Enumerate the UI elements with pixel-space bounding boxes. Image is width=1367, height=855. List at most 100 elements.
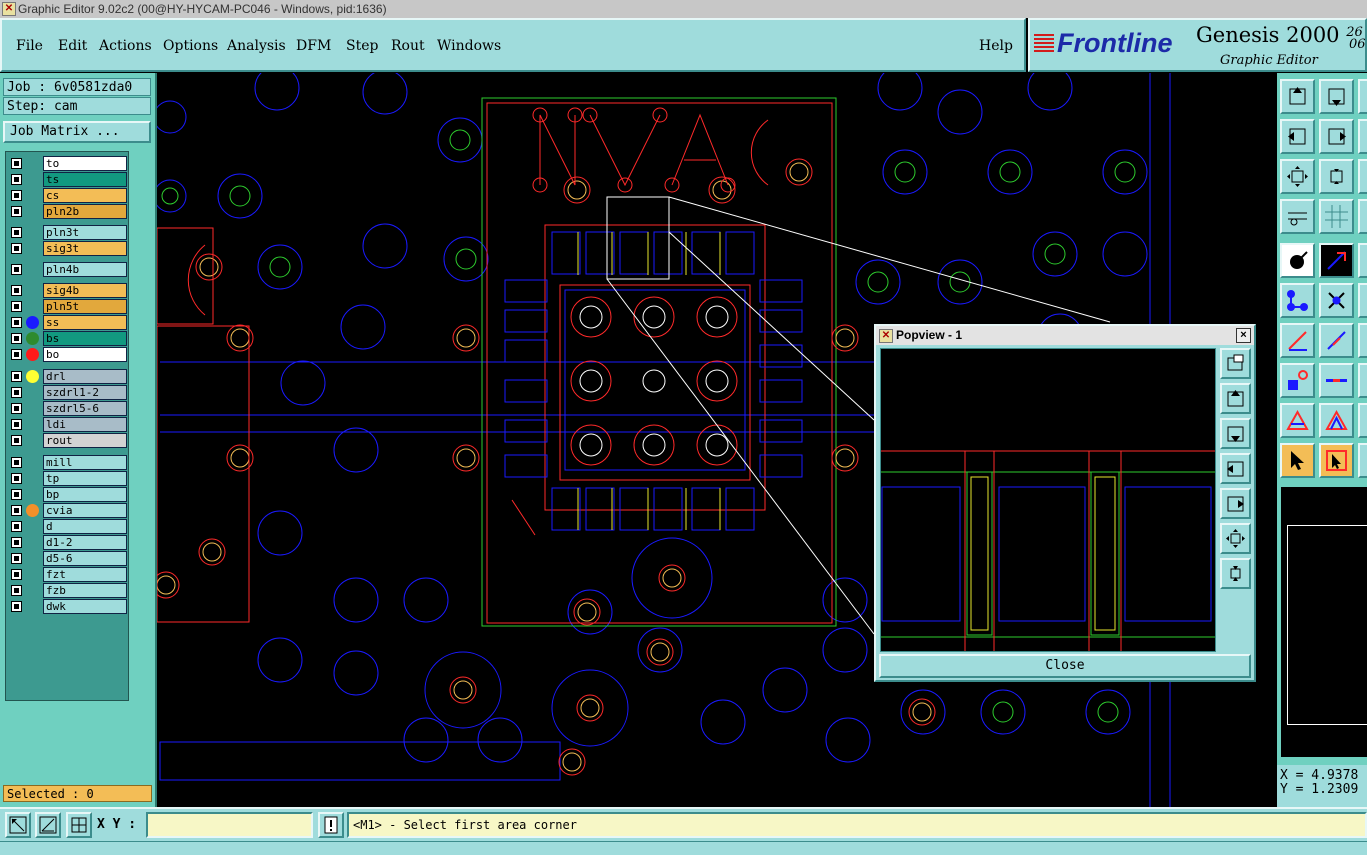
popview-zoom-in-button[interactable] <box>1220 348 1251 379</box>
snap-button[interactable] <box>1280 243 1315 278</box>
layer-row-sig4b[interactable]: sig4b <box>6 283 128 298</box>
layer-row-drl[interactable]: drl <box>6 369 128 384</box>
tool-partial-8[interactable] <box>1358 363 1367 398</box>
layer-checkbox[interactable] <box>11 419 22 430</box>
layer-checkbox[interactable] <box>11 489 22 500</box>
tool-partial-4[interactable] <box>1358 199 1367 234</box>
layer-row-bp[interactable]: bp <box>6 487 128 502</box>
layer-name[interactable]: sig4b <box>43 283 127 298</box>
layer-checkbox[interactable] <box>11 473 22 484</box>
layer-checkbox[interactable] <box>11 227 22 238</box>
select-area-button[interactable] <box>1319 443 1354 478</box>
layer-row-ldi[interactable]: ldi <box>6 417 128 432</box>
layer-name[interactable]: drl <box>43 369 127 384</box>
layer-row-fzt[interactable]: fzt <box>6 567 128 582</box>
layer-name[interactable]: fzb <box>43 583 127 598</box>
menu-file[interactable]: File <box>16 38 43 54</box>
layer-row-ss[interactable]: ss <box>6 315 128 330</box>
select-button[interactable] <box>1280 443 1315 478</box>
layer-checkbox[interactable] <box>11 285 22 296</box>
layer-name[interactable]: dwk <box>43 599 127 614</box>
popview-pan-down-button[interactable] <box>1220 418 1251 449</box>
layer-name[interactable]: bo <box>43 347 127 362</box>
layer-checkbox[interactable] <box>11 264 22 275</box>
layer-row-tp[interactable]: tp <box>6 471 128 486</box>
zoom-center-button[interactable] <box>1319 159 1354 194</box>
layer-row-szdrl5-6[interactable]: szdrl5-6 <box>6 401 128 416</box>
layer-checkbox[interactable] <box>11 317 22 328</box>
layer-row-d[interactable]: d <box>6 519 128 534</box>
layer-name[interactable]: pln3t <box>43 225 127 240</box>
layer-checkbox[interactable] <box>11 158 22 169</box>
popview-pan-up-button[interactable] <box>1220 383 1251 414</box>
cut-line-button[interactable] <box>1319 363 1354 398</box>
grid-button[interactable] <box>1319 199 1354 234</box>
layer-row-pln4b[interactable]: pln4b <box>6 262 128 277</box>
line-draw-button[interactable] <box>1280 323 1315 358</box>
info-button[interactable] <box>318 812 344 838</box>
menu-dfm[interactable]: DFM <box>296 38 331 54</box>
layer-name[interactable]: sig3t <box>43 241 127 256</box>
layer-row-cs[interactable]: cs <box>6 188 128 203</box>
cross-button[interactable] <box>1319 283 1354 318</box>
layer-row-bo[interactable]: bo <box>6 347 128 362</box>
pan-right-button[interactable] <box>1319 119 1354 154</box>
layer-name[interactable]: bs <box>43 331 127 346</box>
overview-map[interactable] <box>1281 487 1367 757</box>
layer-row-fzb[interactable]: fzb <box>6 583 128 598</box>
layer-name[interactable]: pln5t <box>43 299 127 314</box>
menu-options[interactable]: Options <box>163 38 218 54</box>
layer-name[interactable]: szdrl5-6 <box>43 401 127 416</box>
line-edit-button[interactable] <box>1319 323 1354 358</box>
layer-row-d1-2[interactable]: d1-2 <box>6 535 128 550</box>
layer-name[interactable]: tp <box>43 471 127 486</box>
layer-name[interactable]: d5-6 <box>43 551 127 566</box>
layer-checkbox[interactable] <box>11 387 22 398</box>
layer-row-ts[interactable]: ts <box>6 172 128 187</box>
layer-name[interactable]: mill <box>43 455 127 470</box>
menu-edit[interactable]: Edit <box>58 38 87 54</box>
popview-center-button[interactable] <box>1220 558 1251 589</box>
layer-checkbox[interactable] <box>11 333 22 344</box>
menu-rout[interactable]: Rout <box>391 38 425 54</box>
layer-name[interactable]: szdrl1-2 <box>43 385 127 400</box>
layer-name[interactable]: d1-2 <box>43 535 127 550</box>
layer-checkbox[interactable] <box>11 174 22 185</box>
layer-checkbox[interactable] <box>11 569 22 580</box>
layer-name[interactable]: pln4b <box>43 262 127 277</box>
tool-partial-7[interactable] <box>1358 323 1367 358</box>
layer-name[interactable]: ss <box>43 315 127 330</box>
measure-button[interactable] <box>1280 199 1315 234</box>
popview-close-button[interactable]: Close <box>879 654 1251 678</box>
layer-name[interactable]: ldi <box>43 417 127 432</box>
tool-partial-1[interactable] <box>1358 79 1367 114</box>
layer-name[interactable]: cvia <box>43 503 127 518</box>
tool-partial-3[interactable] <box>1358 159 1367 194</box>
job-matrix-button[interactable]: Job Matrix ... <box>3 121 151 143</box>
layer-name[interactable]: ts <box>43 172 127 187</box>
tool-partial-9[interactable] <box>1358 403 1367 438</box>
popview-title-bar[interactable]: ✕ Popview - 1 × <box>876 326 1254 345</box>
layer-row-rout[interactable]: rout <box>6 433 128 448</box>
layer-checkbox[interactable] <box>11 435 22 446</box>
layer-checkbox[interactable] <box>11 190 22 201</box>
menu-windows[interactable]: Windows <box>437 38 501 54</box>
layer-row-dwk[interactable]: dwk <box>6 599 128 614</box>
popview-pan-right-button[interactable] <box>1220 488 1251 519</box>
zoom-window-button[interactable] <box>5 812 31 838</box>
menu-step[interactable]: Step <box>346 38 378 54</box>
pan-up-button[interactable] <box>1280 79 1315 114</box>
layer-name[interactable]: bp <box>43 487 127 502</box>
layer-checkbox[interactable] <box>11 243 22 254</box>
layer-row-mill[interactable]: mill <box>6 455 128 470</box>
menu-analysis[interactable]: Analysis <box>227 38 286 54</box>
menu-actions[interactable]: Actions <box>99 38 152 54</box>
zoom-home-button[interactable] <box>1280 159 1315 194</box>
pan-left-button[interactable] <box>1280 119 1315 154</box>
layer-row-pln5t[interactable]: pln5t <box>6 299 128 314</box>
popview-fit-button[interactable] <box>1220 523 1251 554</box>
layer-row-bs[interactable]: bs <box>6 331 128 346</box>
layer-checkbox[interactable] <box>11 371 22 382</box>
layer-checkbox[interactable] <box>11 349 22 360</box>
layer-row-pln3t[interactable]: pln3t <box>6 225 128 240</box>
